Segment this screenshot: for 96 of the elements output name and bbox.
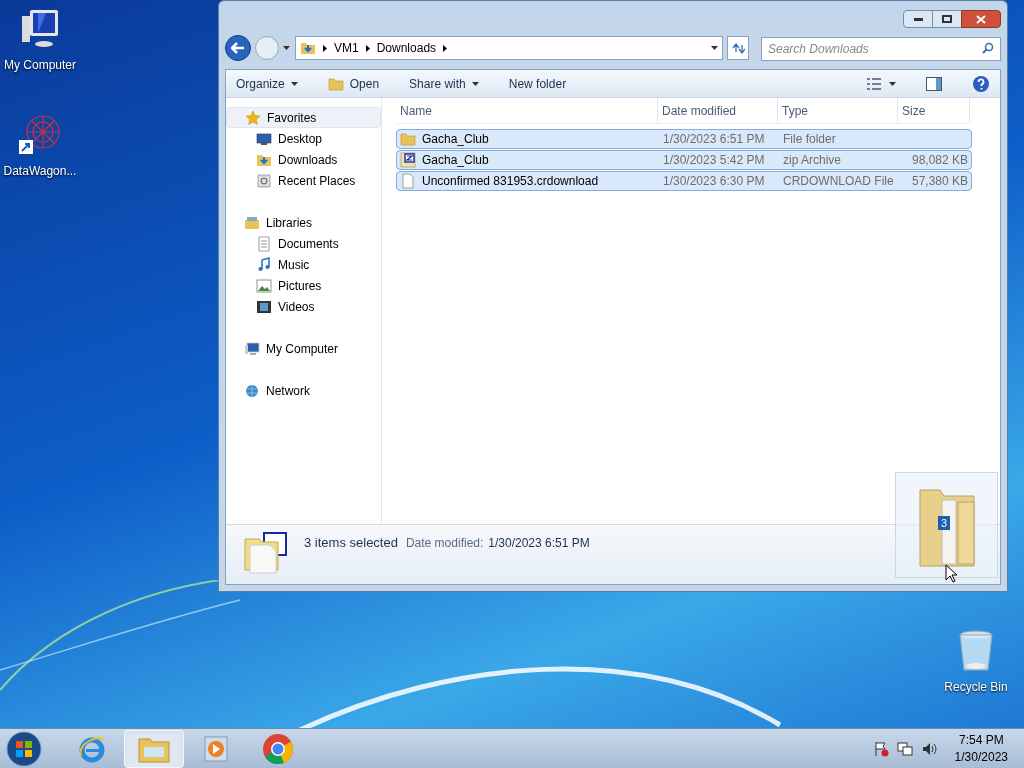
nav-item[interactable]: Network <box>226 380 381 401</box>
computer-icon <box>244 340 260 357</box>
view-options-button[interactable] <box>867 77 896 90</box>
help-icon <box>972 74 990 93</box>
downloads-folder-icon <box>300 40 316 56</box>
zip-archive-icon <box>400 152 416 168</box>
play-icon <box>203 734 229 763</box>
clock-date[interactable]: 1/30/2023 <box>954 748 1008 766</box>
search-icon <box>982 42 994 54</box>
help-button[interactable] <box>972 74 990 93</box>
recent-places-icon <box>256 172 272 189</box>
folder-icon <box>400 131 416 147</box>
file-size: 98,082 KB <box>910 152 969 169</box>
chevron-icon <box>443 44 448 52</box>
pane-icon <box>926 76 942 91</box>
toolbar-button[interactable]: Open <box>327 74 380 93</box>
file-name: Unconfirmed 831953.crdownload <box>422 173 599 190</box>
preview-pane-button[interactable] <box>926 76 942 91</box>
nav-item[interactable]: Recent Places <box>226 170 381 191</box>
breadcrumb-item[interactable]: VM1 <box>334 39 359 57</box>
recycle-bin-icon <box>958 630 994 674</box>
file-row[interactable]: Unconfirmed 831953.crdownload 1/30/2023 6:30 PM CRDOWNLOAD File 57,380 KB <box>396 171 972 191</box>
flag-icon <box>872 740 889 757</box>
nav-item[interactable]: Music <box>226 254 381 275</box>
film-icon <box>256 298 272 315</box>
column-header[interactable]: Date modified <box>658 98 778 123</box>
library-icon <box>244 214 260 231</box>
picture-icon <box>256 277 272 294</box>
toolbar-button[interactable]: New folder <box>508 74 567 93</box>
start-orb-icon <box>6 730 42 767</box>
file-type: CRDOWNLOAD File <box>782 173 895 190</box>
minimize-button[interactable] <box>903 10 933 28</box>
desktop-icon-label[interactable]: Recycle Bin <box>944 678 1008 696</box>
column-header[interactable]: Size <box>898 98 970 123</box>
document-icon <box>256 235 272 252</box>
maximize-icon <box>942 15 952 23</box>
start-button[interactable] <box>4 730 44 767</box>
file-date: 1/30/2023 5:42 PM <box>662 152 766 169</box>
nav-item[interactable]: My Computer <box>226 338 381 359</box>
desktop-icon-label[interactable]: My Computer <box>4 56 76 74</box>
close-icon <box>976 14 986 24</box>
refresh-button[interactable] <box>727 36 749 60</box>
caret-icon <box>283 46 290 50</box>
clock-time[interactable]: 7:54 PM <box>958 731 1004 749</box>
mouse-pointer-icon <box>945 564 957 583</box>
column-header[interactable]: Name <box>396 98 658 123</box>
chevron-icon <box>323 44 327 52</box>
file-type: zip Archive <box>782 152 843 169</box>
minimize-icon <box>913 17 923 21</box>
file-date: 1/30/2023 6:51 PM <box>662 131 766 148</box>
toolbar-button[interactable]: Organize <box>236 74 298 93</box>
nav-item[interactable]: Libraries <box>226 212 381 233</box>
network-icon <box>896 740 913 757</box>
file-row[interactable]: Gacha_Club 1/30/2023 5:42 PM zip Archive 98,082 KB <box>396 150 972 170</box>
count-badge: 3 <box>938 516 951 530</box>
caret-icon <box>889 81 896 86</box>
history-dropdown-button[interactable] <box>283 46 291 50</box>
nav-item[interactable]: Downloads <box>226 149 381 170</box>
file-name: Gacha_Club <box>422 152 489 169</box>
nav-item[interactable]: Documents <box>226 233 381 254</box>
multiple-files-icon <box>244 531 288 575</box>
nav-item[interactable]: Desktop <box>226 128 381 149</box>
selection-count: 3 items selected <box>304 534 398 552</box>
caret-icon <box>711 46 718 50</box>
monitor-icon <box>256 130 272 147</box>
desktop-icon-label[interactable]: DataWagon... <box>3 162 77 180</box>
column-header[interactable]: Type <box>778 98 898 123</box>
file-name: Gacha_Club <box>422 131 489 148</box>
chevron-icon <box>365 44 370 52</box>
star-icon <box>245 109 261 126</box>
maximize-button[interactable] <box>933 10 961 28</box>
caret-icon <box>290 81 298 86</box>
breadcrumb-item[interactable]: Downloads <box>376 39 437 57</box>
chrome-icon <box>262 732 294 765</box>
refresh-arrows-icon <box>731 42 745 54</box>
file-row[interactable]: Gacha_Club 1/30/2023 6:51 PM File folder <box>396 129 972 149</box>
search-field[interactable]: Search Downloads <box>761 37 1001 61</box>
details-label: Date modified: <box>405 535 484 552</box>
music-note-icon <box>256 256 272 273</box>
nav-item[interactable]: Pictures <box>226 275 381 296</box>
left-arrow-icon <box>231 42 245 54</box>
file-date: 1/30/2023 6:30 PM <box>662 173 766 190</box>
details-value: 1/30/2023 6:51 PM <box>488 535 590 552</box>
close-button[interactable] <box>961 10 1001 28</box>
back-button[interactable] <box>225 35 251 61</box>
file-icon <box>400 173 416 189</box>
caret-icon <box>471 81 479 86</box>
nav-item[interactable]: Videos <box>226 296 381 317</box>
address-bar[interactable]: VM1 Downloads <box>295 36 723 60</box>
toolbar-button[interactable]: Share with <box>409 74 479 93</box>
nav-item[interactable]: Favorites <box>226 107 381 128</box>
open-folder-icon <box>327 75 344 92</box>
list-view-icon <box>867 77 881 90</box>
file-size: 57,380 KB <box>910 173 969 190</box>
network-icon <box>244 382 260 399</box>
file-type: File folder <box>782 131 837 148</box>
